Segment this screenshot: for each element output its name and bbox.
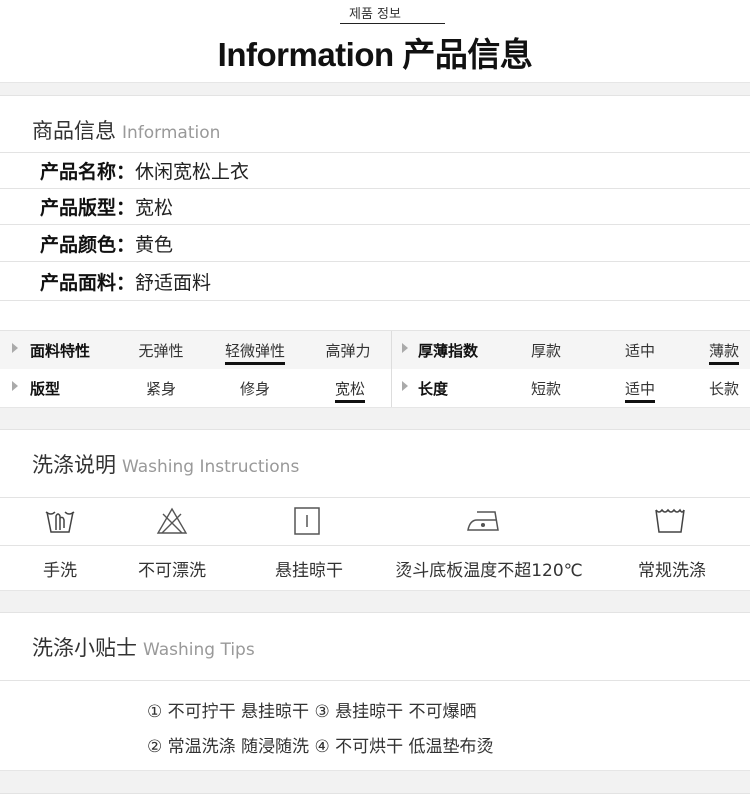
divider bbox=[0, 497, 750, 498]
no-bleach-icon bbox=[155, 506, 189, 540]
feature-row: 面料特性 无弹性 轻微弹性 高弹力 厚薄指数 厚款 适中 薄款 bbox=[0, 331, 750, 369]
heading-text: 商品信息 bbox=[32, 119, 116, 143]
tip-line: ① 不可拧干 悬挂晾干 ③ 悬挂晾干 不可爆晒 bbox=[147, 702, 477, 722]
row-label: 产品版型： bbox=[40, 197, 136, 219]
section-separator bbox=[0, 590, 750, 613]
info-row-color: 产品颜色： 黄色 bbox=[0, 225, 750, 262]
feature-option: 修身 bbox=[239, 380, 271, 398]
wash-label: 不可漂洗 bbox=[138, 561, 206, 581]
triangle-right-icon bbox=[402, 381, 408, 391]
washing-heading: 洗涤说明 Washing Instructions bbox=[32, 449, 299, 479]
tips-heading: 洗涤小贴士 Washing Tips bbox=[32, 632, 255, 662]
info-row-fit: 产品版型： 宽松 bbox=[0, 189, 750, 225]
divider bbox=[0, 680, 750, 681]
heading-en: Information bbox=[122, 123, 221, 143]
feature-option-selected: 轻微弹性 bbox=[224, 340, 286, 365]
korean-subtitle: 제품 정보 bbox=[349, 7, 401, 22]
row-value: 黄色 bbox=[135, 233, 174, 256]
feature-label: 版型 bbox=[30, 380, 61, 398]
section-separator bbox=[0, 770, 750, 794]
feature-option: 无弹性 bbox=[138, 342, 184, 360]
row-value: 休闲宽松上衣 bbox=[135, 161, 250, 183]
feature-row: 版型 紧身 修身 宽松 长度 短款 适中 长款 bbox=[0, 369, 750, 407]
iron-low-icon bbox=[465, 506, 501, 540]
wash-label: 悬挂晾干 bbox=[275, 561, 343, 581]
wash-label: 手洗 bbox=[43, 561, 77, 581]
wash-label: 常规洗涤 bbox=[638, 561, 706, 581]
feature-option: 厚款 bbox=[530, 342, 562, 360]
feature-option-selected: 适中 bbox=[624, 378, 656, 403]
triangle-right-icon bbox=[12, 381, 18, 391]
page-title: Information 产品信息 bbox=[217, 36, 533, 73]
heading-text: 洗涤说明 bbox=[32, 453, 116, 477]
feature-option: 高弹力 bbox=[325, 342, 371, 360]
heading-en: Washing Instructions bbox=[122, 457, 300, 477]
feature-option-selected: 宽松 bbox=[334, 378, 366, 403]
row-label: 产品颜色： bbox=[40, 233, 136, 256]
info-row-fabric: 产品面料： 舒适面料 bbox=[0, 262, 750, 301]
triangle-right-icon bbox=[402, 343, 408, 353]
feature-label: 长度 bbox=[418, 380, 449, 398]
divider bbox=[340, 23, 445, 24]
feature-option: 长款 bbox=[708, 380, 740, 398]
feature-option: 紧身 bbox=[145, 380, 177, 398]
hang-dry-icon bbox=[292, 506, 322, 540]
tip-line: ② 常温洗涤 随浸随洗 ④ 不可烘干 低温垫布烫 bbox=[147, 737, 494, 757]
row-label: 产品名称： bbox=[40, 161, 136, 183]
triangle-right-icon bbox=[12, 343, 18, 353]
row-label: 产品面料： bbox=[40, 271, 136, 294]
divider bbox=[0, 545, 750, 546]
row-value: 宽松 bbox=[135, 197, 174, 219]
heading-en: Washing Tips bbox=[143, 640, 255, 660]
column-divider bbox=[391, 331, 392, 407]
feature-option-selected: 薄款 bbox=[708, 340, 740, 365]
row-value: 舒适面料 bbox=[135, 271, 212, 294]
heading-text: 洗涤小贴士 bbox=[32, 636, 137, 660]
product-info-heading: 商品信息 Information bbox=[32, 115, 220, 145]
info-row-name: 产品名称： 休闲宽松上衣 bbox=[0, 153, 750, 189]
hand-wash-icon bbox=[43, 506, 77, 540]
feature-option: 适中 bbox=[624, 342, 656, 360]
feature-option: 短款 bbox=[530, 380, 562, 398]
feature-label: 厚薄指数 bbox=[418, 342, 479, 360]
feature-label: 面料特性 bbox=[30, 342, 91, 360]
section-separator bbox=[0, 82, 750, 96]
wash-label: 烫斗底板温度不超120℃ bbox=[395, 561, 583, 581]
machine-wash-icon bbox=[653, 506, 687, 540]
section-separator bbox=[0, 407, 750, 430]
